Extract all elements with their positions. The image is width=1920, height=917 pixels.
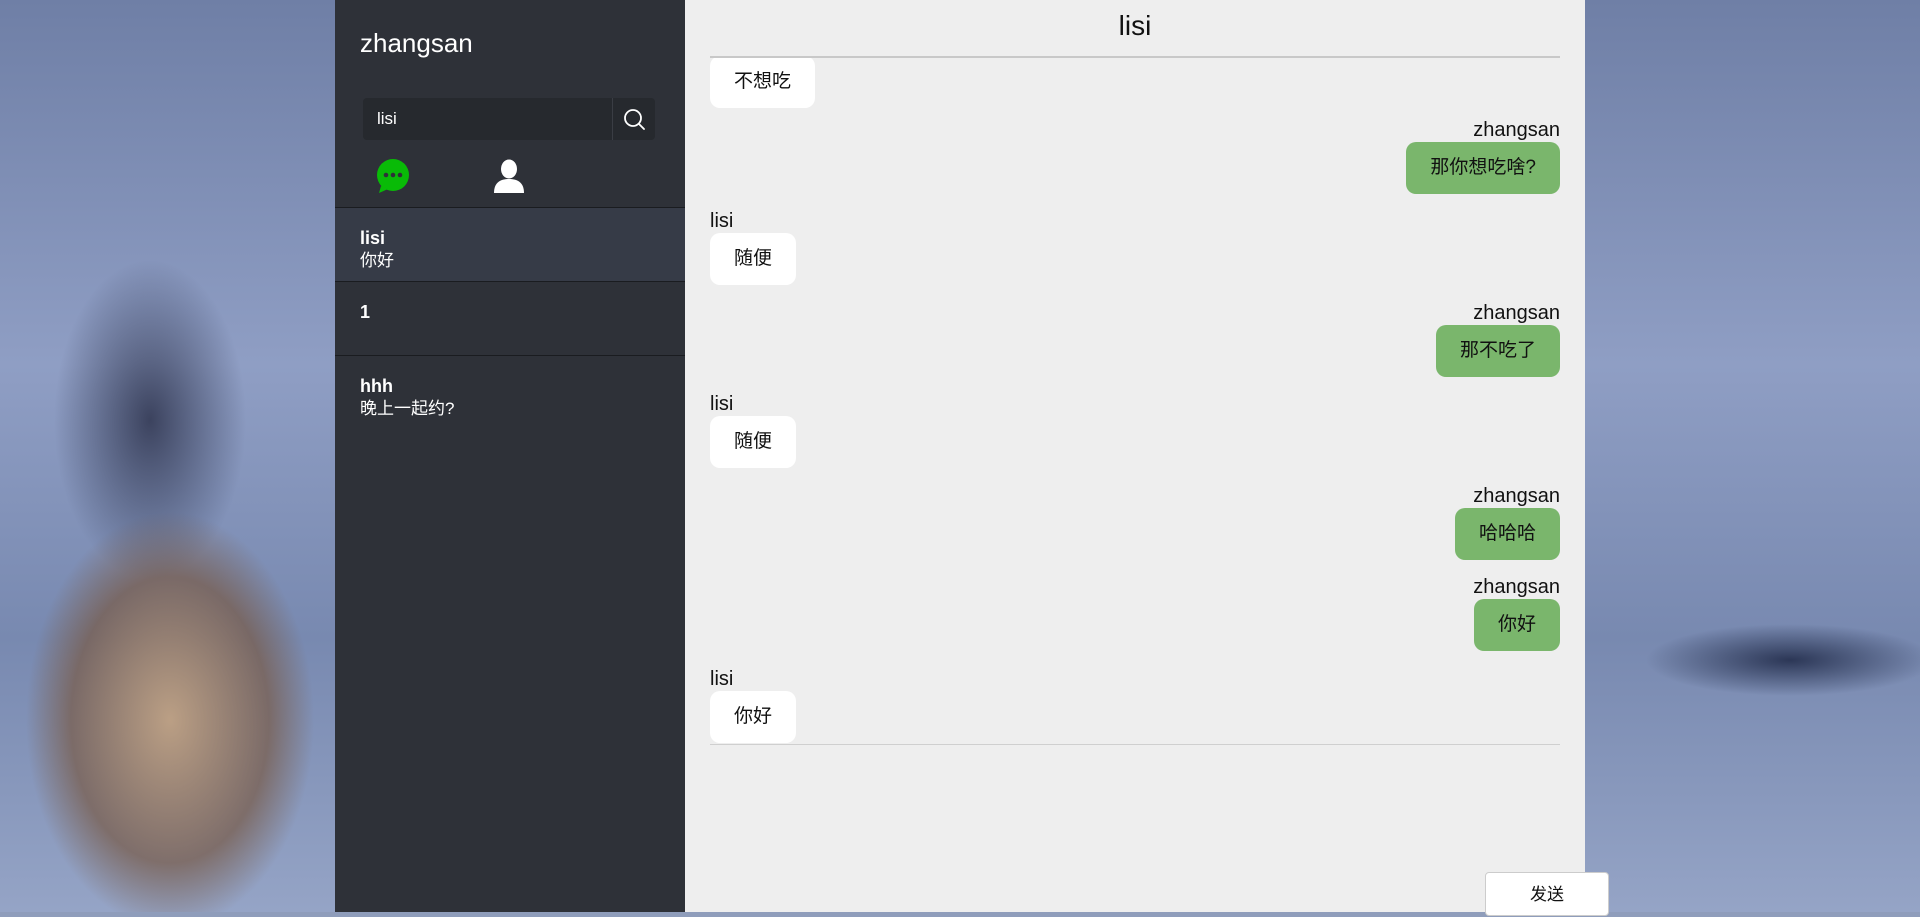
contact-last-message: 你好 [360,251,394,270]
message-bubble: 那不吃了 [1435,325,1560,377]
message-item: lisi 随便 [710,392,797,468]
chat-bubble-icon [377,159,409,193]
message-item: zhangsan 那你想吃啥? [1406,118,1560,194]
contact-item-lisi[interactable]: lisi 你好 [335,208,685,282]
search-icon [624,109,645,130]
contact-item-1[interactable]: 1 [335,282,685,356]
tab-chats[interactable] [375,158,411,194]
chat-title: lisi [1118,10,1152,41]
send-button[interactable]: 发送 [1485,872,1609,916]
user-icon [494,159,524,193]
message-item: zhangsan 哈哈哈 [1454,484,1560,560]
message-sender: lisi [710,210,734,232]
search-input[interactable] [363,97,612,141]
message-item: zhangsan 那不吃了 [1435,301,1560,377]
sidebar-tabs [375,158,607,194]
contact-last-message: 晚上一起约? [360,399,455,418]
sidebar: zhangsan lisi lisi 你好 1 hhh 晚上一起约? [335,0,685,912]
message-item: lisi 随便 [710,209,797,285]
message-sender: lisi [710,393,734,415]
message-item: zhangsan 你好 [1473,575,1560,651]
message-bubble: 那你想吃啥? [1406,142,1560,194]
message-sender: zhangsan [1473,576,1560,598]
message-item: lisi 你好 [710,667,797,743]
message-bubble: 随便 [710,233,797,285]
message-sender: zhangsan [1473,119,1560,141]
chat-app: zhangsan lisi lisi 你好 1 hhh 晚上一起约? lisi … [335,0,1609,916]
message-bubble: 不想吃 [710,58,816,108]
message-bubble: 随便 [710,416,797,468]
message-sender: lisi [710,668,734,690]
contact-list: lisi 你好 1 hhh 晚上一起约? [335,208,685,430]
message-list[interactable]: 不想吃 zhangsan 那你想吃啥? lisi 随便 zhangsan 那不吃… [710,58,1560,745]
message-sender: zhangsan [1473,485,1560,507]
search-box [363,97,655,141]
message-sender: zhangsan [1473,302,1560,324]
message-item: 不想吃 [710,58,816,108]
tab-contacts[interactable] [491,158,527,194]
contact-name: lisi [360,228,386,248]
contact-name: hhh [360,376,393,396]
message-bubble: 哈哈哈 [1454,508,1560,560]
message-bubble: 你好 [710,691,797,743]
contact-name: 1 [360,302,371,322]
current-user-name: zhangsan [360,28,473,58]
search-button[interactable] [612,98,655,140]
message-bubble: 你好 [1473,599,1560,651]
chat-panel: lisi 不想吃 zhangsan 那你想吃啥? lisi 随便 zhangsa… [685,0,1609,916]
contact-item-hhh[interactable]: hhh 晚上一起约? [335,356,685,430]
